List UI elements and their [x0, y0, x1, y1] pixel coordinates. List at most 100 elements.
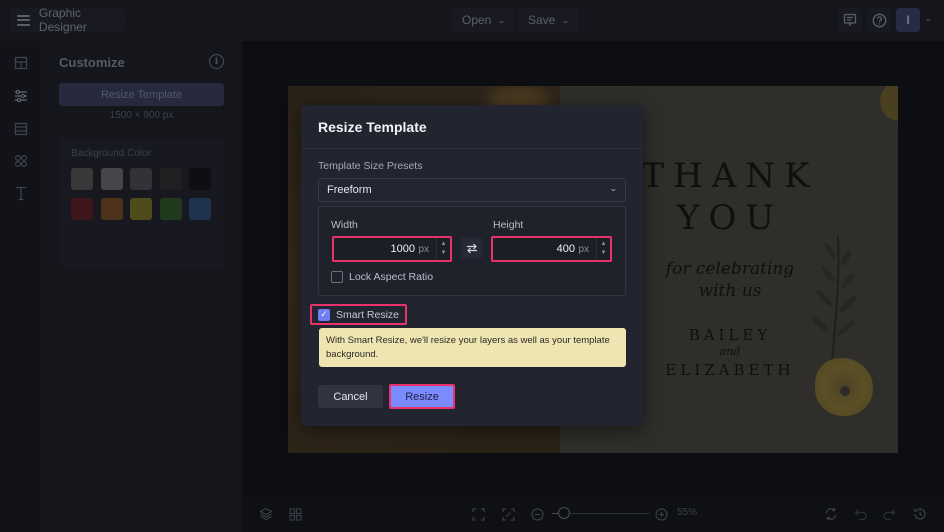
bottom-toolbar: 55% [242, 495, 944, 532]
chevron-up-icon[interactable]: ▲ [601, 240, 607, 249]
smart-resize-row[interactable]: ✓ Smart Resize [310, 304, 407, 325]
save-label: Save [528, 13, 556, 27]
undo-button[interactable] [852, 505, 870, 523]
elements-icon [14, 154, 28, 168]
sync-button[interactable] [822, 505, 840, 523]
leaf-illustration [811, 236, 857, 362]
history-button[interactable] [911, 505, 929, 523]
zoom-in-button[interactable] [652, 505, 670, 523]
main-menu-button[interactable]: Graphic Designer [10, 6, 125, 34]
width-input[interactable]: 1000 px ▲ ▼ [332, 236, 452, 262]
background-color-label: Background Color [71, 148, 152, 159]
chevron-down-icon[interactable]: ▼ [601, 249, 607, 258]
color-swatch[interactable] [100, 168, 123, 190]
width-unit: px [418, 244, 429, 255]
presets-label: Template Size Presets [318, 160, 423, 172]
undo-icon [854, 509, 867, 520]
app-title: Graphic Designer [38, 6, 87, 34]
hamburger-icon [17, 14, 30, 26]
grid-icon [288, 507, 302, 521]
zoom-slider-thumb[interactable] [558, 507, 570, 519]
account-chevron-down-icon[interactable]: ⌄ [924, 14, 933, 23]
smart-resize-label: Smart Resize [336, 308, 400, 321]
color-swatch[interactable] [189, 198, 211, 220]
template-size-label: 1500 × 900 px [109, 110, 174, 121]
color-swatch[interactable] [130, 198, 152, 220]
dimensions-box: Width 1000 px ▲ ▼ Height 400 px ▲ ▼ Lock… [318, 206, 626, 296]
height-input[interactable]: 400 px ▲ ▼ [491, 236, 612, 262]
height-unit: px [578, 244, 589, 255]
template-icon [14, 56, 28, 70]
cancel-button[interactable]: Cancel [318, 385, 383, 408]
color-swatch[interactable] [71, 198, 93, 220]
lock-aspect-ratio-label: Lock Aspect Ratio [349, 271, 434, 283]
width-label: Width [331, 219, 358, 231]
chevron-down-icon[interactable]: ▼ [441, 249, 447, 258]
chevron-down-icon: ⌄ [561, 15, 571, 25]
color-swatch[interactable] [159, 198, 182, 220]
top-bar: Graphic Designer Open ⌄ Save ⌄ I ⌄ [0, 0, 944, 41]
open-label: Open [462, 13, 492, 27]
feedback-icon [843, 13, 857, 27]
user-avatar[interactable]: I [896, 8, 920, 32]
height-value: 400 [556, 243, 575, 255]
width-stepper[interactable]: ▲ ▼ [436, 238, 450, 260]
feedback-button[interactable] [838, 8, 862, 32]
height-stepper[interactable]: ▲ ▼ [596, 238, 610, 260]
zoom-out-button[interactable] [528, 505, 546, 523]
fit-to-screen-button[interactable] [469, 505, 487, 523]
chevron-down-icon: ⌄ [497, 15, 507, 25]
redo-button[interactable] [880, 505, 898, 523]
help-button[interactable] [867, 8, 891, 32]
resize-button[interactable]: Resize [389, 384, 455, 409]
smart-resize-checkbox[interactable]: ✓ [318, 308, 330, 321]
chevron-up-icon[interactable]: ▲ [441, 240, 447, 249]
rail-item-layouts[interactable] [12, 120, 30, 138]
smart-resize-notice: With Smart Resize, we'll resize your lay… [319, 328, 626, 367]
sliders-icon [15, 89, 27, 103]
save-dropdown[interactable]: Save ⌄ [518, 8, 580, 32]
panel-title: Customize [59, 55, 125, 70]
zoom-slider-track[interactable] [560, 513, 650, 514]
left-rail [0, 41, 41, 532]
height-label: Height [493, 219, 524, 231]
rail-item-templates[interactable] [12, 54, 30, 72]
color-swatch[interactable] [159, 168, 182, 190]
avatar-initial: I [906, 13, 910, 27]
width-value: 1000 [390, 243, 415, 255]
lock-aspect-ratio-checkbox[interactable] [331, 271, 343, 283]
size-presets-select[interactable]: Freeform ⌄ [318, 178, 626, 202]
open-dropdown[interactable]: Open ⌄ [452, 8, 516, 32]
swap-dimensions-button[interactable] [461, 237, 482, 259]
info-icon[interactable]: i [209, 54, 224, 69]
shrink-icon [501, 507, 515, 521]
background-color-card: Background Color [59, 138, 224, 268]
color-swatch[interactable] [189, 168, 211, 190]
rail-item-customize[interactable] [12, 87, 30, 105]
redo-icon [883, 509, 896, 520]
rail-item-text[interactable] [12, 184, 30, 202]
layout-icon [14, 122, 28, 136]
customize-panel: Customize i Resize Template 1500 × 900 p… [41, 41, 242, 532]
history-icon [913, 508, 926, 520]
resize-template-button[interactable]: Resize Template [59, 83, 224, 106]
checkmark-icon: ✓ [320, 309, 328, 319]
flower-illustration [880, 86, 898, 121]
color-swatch[interactable] [130, 168, 152, 190]
resize-template-dialog: Resize Template Template Size Presets Fr… [301, 105, 643, 426]
shrink-button[interactable] [499, 505, 517, 523]
rail-item-elements[interactable] [12, 152, 30, 170]
zoom-percent[interactable]: 55% [677, 507, 697, 518]
zoom-out-icon [530, 507, 544, 521]
dialog-title: Resize Template [318, 119, 427, 135]
zoom-in-icon [654, 507, 668, 521]
help-icon [872, 13, 886, 27]
swap-icon [466, 243, 477, 253]
color-swatch[interactable] [100, 198, 123, 220]
flower-center [840, 386, 850, 396]
grid-button[interactable] [286, 505, 304, 523]
lock-aspect-ratio-row[interactable]: Lock Aspect Ratio [331, 271, 433, 283]
text-icon [16, 186, 26, 201]
color-swatch[interactable] [71, 168, 93, 190]
layers-button[interactable] [257, 505, 275, 523]
